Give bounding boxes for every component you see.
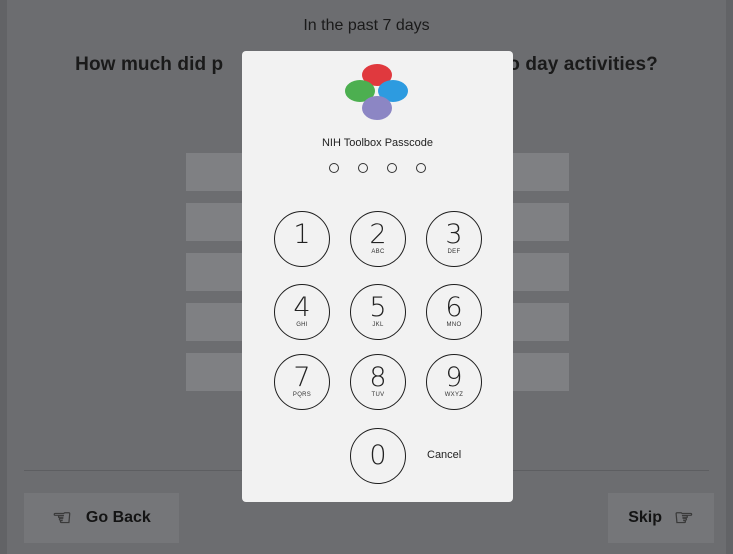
logo-sensation bbox=[362, 96, 392, 120]
key-letters: ABC bbox=[371, 249, 385, 255]
keypad-key-3[interactable]: 3 DEF bbox=[426, 211, 482, 267]
keypad-key-7[interactable]: 7 PQRS bbox=[274, 354, 330, 410]
key-number: 7 bbox=[293, 362, 311, 393]
question-text-right: o day activities? bbox=[508, 54, 658, 75]
passcode-dialog: NIH Toolbox Passcode 1 2 ABC 3 DEF 4 GHI… bbox=[242, 51, 513, 502]
keypad-key-4[interactable]: 4 GHI bbox=[274, 284, 330, 340]
nih-toolbox-logo bbox=[342, 64, 410, 122]
key-letters: GHI bbox=[296, 322, 308, 328]
keypad-key-8[interactable]: 8 TUV bbox=[350, 354, 406, 410]
key-number: 4 bbox=[293, 292, 311, 323]
key-number: 3 bbox=[445, 219, 463, 250]
key-number: 9 bbox=[445, 362, 463, 393]
time-frame-subtitle: In the past 7 days bbox=[303, 17, 430, 34]
key-number: 1 bbox=[293, 219, 311, 250]
key-number: 5 bbox=[369, 292, 387, 323]
skip-label: Skip bbox=[628, 509, 663, 526]
key-letters: MNO bbox=[446, 322, 462, 328]
key-number: 2 bbox=[369, 219, 387, 250]
question-text-left: How much did p bbox=[75, 54, 224, 75]
key-number: 0 bbox=[369, 440, 387, 471]
key-letters: JKL bbox=[372, 322, 384, 328]
keypad-key-0[interactable]: 0 bbox=[350, 428, 406, 484]
go-back-button[interactable]: ☜ Go Back bbox=[24, 493, 179, 543]
passcode-dot bbox=[358, 163, 368, 173]
keypad-key-9[interactable]: 9 WXYZ bbox=[426, 354, 482, 410]
key-letters: WXYZ bbox=[444, 392, 464, 398]
passcode-dot bbox=[416, 163, 426, 173]
passcode-dot bbox=[329, 163, 339, 173]
keypad-key-5[interactable]: 5 JKL bbox=[350, 284, 406, 340]
frame-edge-right bbox=[726, 0, 733, 554]
key-number: 6 bbox=[445, 292, 463, 323]
keypad-key-1[interactable]: 1 bbox=[274, 211, 330, 267]
key-letters: TUV bbox=[371, 392, 385, 398]
pointing-hand-left-icon: ☜ bbox=[52, 505, 72, 530]
skip-button[interactable]: Skip ☞ bbox=[608, 493, 714, 543]
pointing-hand-right-icon: ☞ bbox=[674, 505, 694, 530]
passcode-dot bbox=[387, 163, 397, 173]
key-number: 8 bbox=[369, 362, 387, 393]
passcode-indicator bbox=[242, 163, 513, 173]
frame-edge-left bbox=[0, 0, 7, 554]
passcode-title: NIH Toolbox Passcode bbox=[321, 137, 434, 149]
keypad-key-6[interactable]: 6 MNO bbox=[426, 284, 482, 340]
key-letters: PQRS bbox=[292, 392, 312, 398]
cancel-button[interactable]: Cancel bbox=[427, 449, 461, 461]
key-letters: DEF bbox=[447, 249, 461, 255]
keypad-key-2[interactable]: 2 ABC bbox=[350, 211, 406, 267]
go-back-label: Go Back bbox=[85, 509, 151, 526]
